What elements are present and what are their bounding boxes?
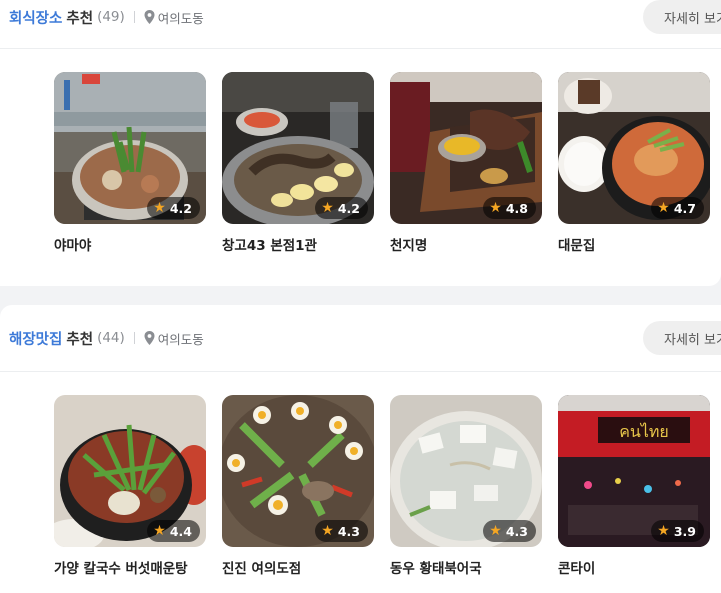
rating-badge: ★ 4.3 bbox=[483, 520, 536, 542]
star-icon: ★ bbox=[153, 200, 166, 216]
section-keyword[interactable]: 해장맛집 bbox=[9, 328, 62, 349]
place-photo[interactable]: ★ 4.2 bbox=[54, 72, 206, 224]
rating-badge: ★ 4.7 bbox=[651, 197, 704, 219]
section-location[interactable]: 여의도동 bbox=[158, 329, 204, 348]
star-icon: ★ bbox=[657, 523, 670, 539]
star-icon: ★ bbox=[153, 523, 166, 539]
divider bbox=[133, 11, 135, 23]
view-more-button[interactable]: 자세히 보기 bbox=[643, 0, 721, 34]
star-icon: ★ bbox=[489, 200, 502, 216]
view-more-button[interactable]: 자세히 보기 bbox=[643, 321, 721, 355]
place-photo[interactable]: ★ 4.2 bbox=[222, 72, 374, 224]
section-title: 해장맛집 추천 (44) 여의도동 bbox=[9, 321, 204, 355]
rating-value: 3.9 bbox=[673, 523, 696, 539]
section-header: 회식장소 추천 (49) 여의도동 자세히 보기 bbox=[0, 0, 721, 49]
rating-value: 4.3 bbox=[505, 523, 528, 539]
place-name[interactable]: 대문집 bbox=[558, 234, 710, 254]
map-pin-icon bbox=[144, 10, 155, 24]
star-icon: ★ bbox=[657, 200, 670, 216]
place-photo[interactable]: ★ 4.7 bbox=[558, 72, 710, 224]
place-name[interactable]: 창고43 본점1관 bbox=[222, 234, 374, 254]
place-card[interactable]: ★ 4.8 천지명 bbox=[390, 72, 542, 254]
rating-value: 4.7 bbox=[673, 200, 696, 216]
star-icon: ★ bbox=[321, 523, 334, 539]
section-count: (44) bbox=[97, 330, 125, 346]
place-card[interactable]: ★ 4.3 동우 황태북어국 bbox=[390, 395, 542, 577]
rating-badge: ★ 3.9 bbox=[651, 520, 704, 542]
rating-value: 4.4 bbox=[169, 523, 192, 539]
place-name[interactable]: 콘타이 bbox=[558, 557, 710, 577]
place-photo[interactable]: ★ 4.8 bbox=[390, 72, 542, 224]
rating-badge: ★ 4.2 bbox=[147, 197, 200, 219]
place-name[interactable]: 야마야 bbox=[54, 234, 206, 254]
place-card[interactable]: ★ 4.7 대문집 bbox=[558, 72, 710, 254]
rating-value: 4.2 bbox=[337, 200, 360, 216]
rating-badge: ★ 4.4 bbox=[147, 520, 200, 542]
section-count: (49) bbox=[97, 9, 125, 25]
place-card[interactable]: ★ 4.3 진진 여의도점 bbox=[222, 395, 374, 577]
place-card[interactable]: คนไทย ★ 3.9 콘타이 bbox=[558, 395, 710, 577]
star-icon: ★ bbox=[321, 200, 334, 216]
place-photo[interactable]: ★ 4.4 bbox=[54, 395, 206, 547]
section-location[interactable]: 여의도동 bbox=[158, 8, 204, 27]
place-name[interactable]: 동우 황태북어국 bbox=[390, 557, 542, 577]
star-icon: ★ bbox=[489, 523, 502, 539]
recommendation-section-group-dining: 회식장소 추천 (49) 여의도동 자세히 보기 bbox=[0, 0, 721, 286]
place-name[interactable]: 천지명 bbox=[390, 234, 542, 254]
place-name[interactable]: 가양 칼국수 버섯매운탕 bbox=[54, 557, 206, 577]
rating-badge: ★ 4.2 bbox=[315, 197, 368, 219]
rating-value: 4.8 bbox=[505, 200, 528, 216]
place-photo[interactable]: ★ 4.3 bbox=[390, 395, 542, 547]
rating-value: 4.3 bbox=[337, 523, 360, 539]
recommendation-section-hangover-food: 해장맛집 추천 (44) 여의도동 자세히 보기 ★4 bbox=[0, 305, 721, 593]
divider bbox=[133, 332, 135, 344]
section-keyword[interactable]: 회식장소 bbox=[9, 7, 62, 28]
place-photo[interactable]: ★ 4.3 bbox=[222, 395, 374, 547]
rating-badge: ★ 4.8 bbox=[483, 197, 536, 219]
section-label: 추천 bbox=[66, 331, 94, 348]
place-photo[interactable]: คนไทย ★ 3.9 bbox=[558, 395, 710, 547]
section-title: 회식장소 추천 (49) 여의도동 bbox=[9, 0, 204, 34]
svg-text:คนไทย: คนไทย bbox=[619, 422, 669, 441]
map-pin-icon bbox=[144, 331, 155, 345]
place-card[interactable]: ★ 4.4 가양 칼국수 버섯매운탕 bbox=[54, 395, 206, 577]
rating-badge: ★ 4.3 bbox=[315, 520, 368, 542]
section-header: 해장맛집 추천 (44) 여의도동 자세히 보기 bbox=[0, 305, 721, 372]
place-card[interactable]: ★ 4.2 창고43 본점1관 bbox=[222, 72, 374, 254]
place-card[interactable]: ★ 4.2 야마야 bbox=[54, 72, 206, 254]
section-label: 추천 bbox=[66, 10, 94, 27]
place-name[interactable]: 진진 여의도점 bbox=[222, 557, 374, 577]
rating-value: 4.2 bbox=[169, 200, 192, 216]
